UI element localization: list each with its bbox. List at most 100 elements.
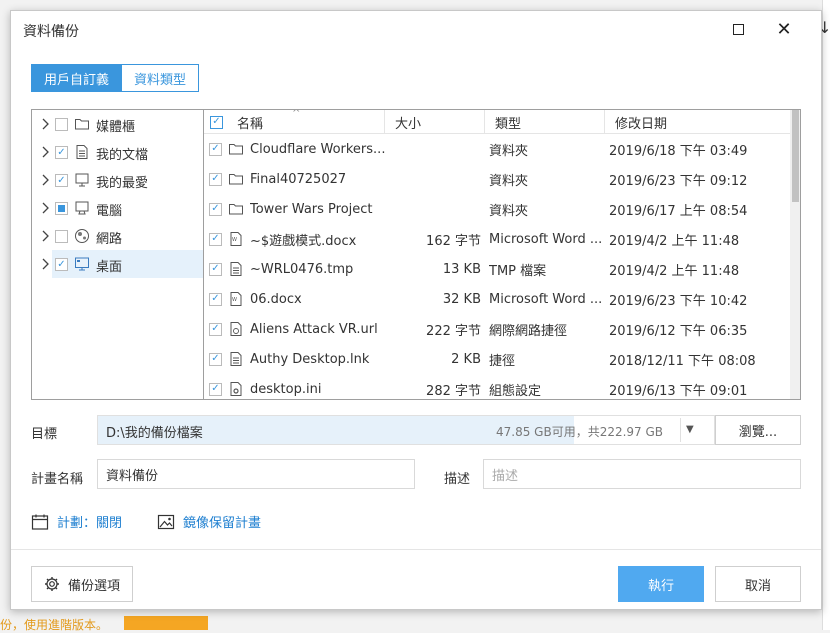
tree-item-media-library[interactable]: 媒體櫃 <box>32 110 204 138</box>
file-icon <box>228 344 246 374</box>
plan-name-input[interactable]: 資料備份 <box>97 459 415 489</box>
maximize-button[interactable] <box>715 11 761 47</box>
background-activate-button[interactable] <box>124 616 208 630</box>
tab-data-type[interactable]: 資料類型 <box>122 64 200 92</box>
table-row[interactable]: ✓ Final40725027 資料夾 2019/6/23 下午 09:12 <box>204 164 790 194</box>
row-checkbox[interactable]: ✓ <box>209 262 222 276</box>
cancel-button[interactable]: 取消 <box>715 566 801 602</box>
row-checkbox[interactable]: ✓ <box>209 322 222 336</box>
file-date: 2019/4/2 上午 11:48 <box>609 233 740 249</box>
row-checkbox[interactable]: ✓ <box>209 292 222 306</box>
tree-item-desktop[interactable]: ✓ 桌面 <box>52 250 204 278</box>
image-icon <box>157 514 175 529</box>
file-size: 222 字节 <box>426 323 481 339</box>
dropdown-arrow-icon[interactable]: ▼ <box>686 424 694 435</box>
description-placeholder: 描述 <box>492 468 519 484</box>
tree-item-label: 桌面 <box>96 260 123 275</box>
row-checkbox-cell[interactable]: ✓ <box>209 164 225 194</box>
tree-item-label: 電腦 <box>96 204 123 219</box>
tree-item-favorites[interactable]: ✓ 我的最愛 <box>32 166 204 194</box>
tree-item-my-documents[interactable]: ✓ 我的文檔 <box>32 138 204 166</box>
table-row[interactable]: ✓ Aliens Attack VR.url 222 字节 網際網路捷徑 2019/6/… <box>204 314 790 344</box>
row-checkbox-cell[interactable]: ✓ <box>209 254 225 284</box>
file-name: Aliens Attack VR.url <box>250 321 378 337</box>
row-checkbox-cell[interactable]: ✓ <box>209 314 225 344</box>
file-date: 2019/6/18 下午 03:49 <box>609 143 748 159</box>
target-dropdown[interactable]: D:\我的備份檔案 47.85 GB可用，共222.97 GB ▼ <box>97 415 715 445</box>
file-date: 2019/4/2 上午 11:48 <box>609 263 740 279</box>
target-path: D:\我的備份檔案 <box>106 426 203 441</box>
backup-options-button[interactable]: 備份選項 <box>31 566 133 602</box>
tab-custom[interactable]: 用戶自訂義 <box>31 64 123 92</box>
description-input[interactable]: 描述 <box>483 459 801 489</box>
footer-divider <box>11 549 821 550</box>
file-icon <box>228 254 246 284</box>
row-checkbox[interactable]: ✓ <box>209 202 222 216</box>
run-button[interactable]: 執行 <box>618 566 704 602</box>
column-date[interactable]: 修改日期 <box>604 110 790 134</box>
title-bar: 資料備份 ✕ <box>11 11 821 49</box>
tree-item-computer[interactable]: 電腦 <box>32 194 204 222</box>
close-button[interactable]: ✕ <box>761 11 807 47</box>
tree-item-label: 我的最愛 <box>96 176 149 191</box>
column-name[interactable]: ✓ 名稱 ^ <box>204 110 384 134</box>
row-checkbox-cell[interactable]: ✓ <box>209 224 225 254</box>
scrollbar-thumb[interactable] <box>792 110 799 202</box>
file-type: 資料夾 <box>489 143 529 159</box>
tree-checkbox[interactable]: ✓ <box>55 146 68 159</box>
table-row[interactable]: ✓ ~WRL0476.tmp 13 KB TMP 檔案 2019/4/2 上午 11:4… <box>204 254 790 284</box>
image-retention-link[interactable]: 鏡像保留計畫 <box>157 512 261 531</box>
row-checkbox[interactable]: ✓ <box>209 142 222 156</box>
tree-checkbox[interactable] <box>55 230 68 243</box>
tree-checkbox[interactable] <box>55 118 68 131</box>
schedule-link[interactable]: 計劃：關閉 <box>31 512 122 531</box>
tree-checkbox[interactable]: ✓ <box>55 174 68 187</box>
row-checkbox-cell[interactable]: ✓ <box>209 374 225 399</box>
folder-icon <box>74 116 90 132</box>
source-tabs: 用戶自訂義 資料類型 <box>31 64 200 92</box>
chevron-right-icon[interactable] <box>38 145 52 159</box>
target-label: 目標 <box>31 427 58 442</box>
file-name: Authy Desktop.lnk <box>250 351 370 367</box>
maximize-icon <box>732 23 744 35</box>
row-checkbox-cell[interactable]: ✓ <box>209 194 225 224</box>
sort-ascending-icon: ^ <box>292 109 301 119</box>
backup-options-label: 備份選項 <box>67 578 120 594</box>
tree-item-label: 我的文檔 <box>96 148 149 163</box>
file-name: Final40725027 <box>250 171 347 187</box>
table-row[interactable]: ✓ Authy Desktop.lnk 2 KB 捷徑 2018/12/11 下午 08… <box>204 344 790 374</box>
chevron-right-icon[interactable] <box>38 257 52 271</box>
row-checkbox-cell[interactable]: ✓ <box>209 284 225 314</box>
tree-item-network[interactable]: 網路 <box>32 222 204 250</box>
chevron-right-icon[interactable] <box>38 229 52 243</box>
table-row[interactable]: ✓ Tower Wars Project 資料夾 2019/6/17 上午 08:54 <box>204 194 790 224</box>
row-checkbox-cell[interactable]: ✓ <box>209 344 225 374</box>
table-row[interactable]: ✓ desktop.ini 282 字节 組態設定 2019/6/13 下午 09:01 <box>204 374 790 399</box>
file-date: 2018/12/11 下午 08:08 <box>609 353 756 369</box>
file-type: TMP 檔案 <box>489 263 547 279</box>
folder-icon <box>228 194 246 224</box>
document-icon <box>74 144 90 160</box>
tree-checkbox[interactable]: ✓ <box>55 258 68 271</box>
chevron-right-icon[interactable] <box>38 173 52 187</box>
schedule-link-label: 計劃：關閉 <box>57 516 123 531</box>
folder-icon <box>228 134 246 164</box>
folder-icon <box>228 164 246 194</box>
chevron-right-icon[interactable] <box>38 117 52 131</box>
row-checkbox[interactable]: ✓ <box>209 352 222 366</box>
tree-checkbox[interactable] <box>55 202 68 215</box>
table-row[interactable]: ✓ W ~$遊戲模式.docx 162 字节 Microsoft Word ... 201… <box>204 224 790 254</box>
row-checkbox[interactable]: ✓ <box>209 172 222 186</box>
column-size[interactable]: 大小 <box>384 110 484 134</box>
row-checkbox-cell[interactable]: ✓ <box>209 134 225 164</box>
row-checkbox[interactable]: ✓ <box>209 232 222 246</box>
chevron-right-icon[interactable] <box>38 201 52 215</box>
table-row[interactable]: ✓ W 06.docx 32 KB Microsoft Word ... 2019/6/2… <box>204 284 790 314</box>
vertical-scrollbar[interactable] <box>790 110 800 399</box>
file-size: 32 KB <box>442 291 481 307</box>
row-checkbox[interactable]: ✓ <box>209 382 222 396</box>
browse-button[interactable]: 瀏覽... <box>715 415 801 445</box>
column-type[interactable]: 類型 <box>484 110 604 134</box>
select-all-checkbox[interactable]: ✓ <box>210 115 223 129</box>
table-row[interactable]: ✓ Cloudflare Workers... 資料夾 2019/6/18 下午 03… <box>204 134 790 164</box>
